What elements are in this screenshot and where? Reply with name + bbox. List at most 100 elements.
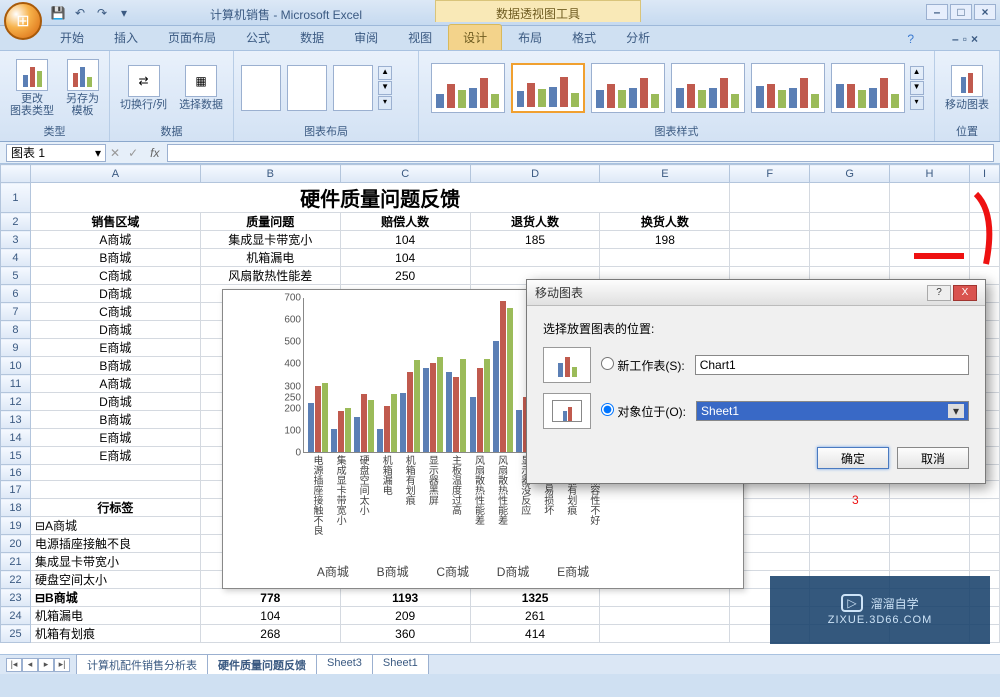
cancel-icon[interactable]: ✕ [110,146,120,160]
scroll-down-icon[interactable]: ▼ [910,81,924,95]
cell[interactable] [810,553,890,571]
sheet-tab[interactable]: Sheet1 [372,654,429,674]
ok-button[interactable]: 确定 [817,447,889,469]
cell[interactable] [470,249,600,267]
cell[interactable]: 250 [340,267,470,285]
cell[interactable]: 机箱有划痕 [30,625,200,643]
row-header[interactable]: 15 [1,447,31,465]
cell[interactable] [969,183,999,213]
enter-icon[interactable]: ✓ [128,146,138,160]
row-header[interactable]: 21 [1,553,31,571]
cell[interactable]: 1325 [470,589,600,607]
chart-style-option[interactable] [751,63,825,113]
scroll-up-icon[interactable]: ▲ [910,66,924,80]
cell[interactable] [969,517,999,535]
cell[interactable]: C商城 [30,303,200,321]
chart-style-option[interactable] [831,63,905,113]
cell[interactable]: ⊟B商城 [30,589,200,607]
undo-icon[interactable]: ↶ [72,5,88,21]
change-chart-type-button[interactable]: 更改 图表类型 [6,57,58,119]
cell[interactable]: A商城 [30,375,200,393]
cell[interactable]: 209 [340,607,470,625]
cell[interactable] [969,499,999,517]
col-header[interactable]: A [30,165,200,183]
cell[interactable] [30,481,200,499]
cell[interactable]: D商城 [30,393,200,411]
cell[interactable]: 1193 [340,589,470,607]
cell[interactable] [890,553,970,571]
cell[interactable]: 185 [470,231,600,249]
cell[interactable]: 硬盘空间太小 [30,571,200,589]
row-header[interactable]: 16 [1,465,31,481]
row-header[interactable]: 5 [1,267,31,285]
tab-pagelayout[interactable]: 页面布局 [154,25,230,50]
object-in-combo[interactable]: Sheet1 ▾ [696,401,969,421]
dialog-titlebar[interactable]: 移动图表 ? X [527,280,985,306]
save-icon[interactable]: 💾 [50,5,66,21]
chart-style-option[interactable] [671,63,745,113]
save-as-template-button[interactable]: 另存为 模板 [62,57,103,119]
cell[interactable]: B商城 [30,411,200,429]
row-header[interactable]: 14 [1,429,31,447]
chevron-down-icon[interactable]: ▾ [95,146,101,160]
tab-home[interactable]: 开始 [46,25,98,50]
cell[interactable]: 268 [200,625,340,643]
help-icon[interactable]: ? [893,28,928,50]
cell[interactable]: 质量问题 [200,213,340,231]
move-chart-button[interactable]: 移动图表 [941,63,993,113]
cell[interactable]: 退货人数 [470,213,600,231]
row-header[interactable]: 19 [1,517,31,535]
cell[interactable] [730,231,810,249]
cell[interactable]: 集成显卡带宽小 [200,231,340,249]
row-header[interactable]: 7 [1,303,31,321]
tab-design[interactable]: 设计 [448,24,502,50]
dialog-help-button[interactable]: ? [927,285,951,301]
row-header[interactable]: 13 [1,411,31,429]
chart-style-option[interactable] [511,63,585,113]
row-header[interactable]: 2 [1,213,31,231]
cell[interactable] [969,553,999,571]
cell[interactable]: 198 [600,231,730,249]
row-header[interactable]: 8 [1,321,31,339]
tab-view[interactable]: 视图 [394,25,446,50]
row-header[interactable]: 18 [1,499,31,517]
cell[interactable]: C商城 [30,267,200,285]
first-sheet-icon[interactable]: |◂ [6,658,22,672]
cell[interactable] [969,535,999,553]
cell[interactable] [890,183,970,213]
row-header[interactable]: 23 [1,589,31,607]
tab-analysis[interactable]: 分析 [612,25,664,50]
col-header[interactable]: F [730,165,810,183]
last-sheet-icon[interactable]: ▸| [54,658,70,672]
more-styles-icon[interactable]: ▾ [910,96,924,110]
cell[interactable]: E商城 [30,339,200,357]
radio-object-in[interactable]: 对象位于(O): [601,403,686,420]
cell[interactable] [600,625,730,643]
cell[interactable]: 104 [340,249,470,267]
cell[interactable] [890,535,970,553]
cell[interactable]: 风扇散热性能差 [200,267,340,285]
col-header[interactable]: G [810,165,890,183]
cell[interactable] [969,231,999,249]
col-header[interactable]: B [200,165,340,183]
cell[interactable]: ⊟A商城 [30,517,200,535]
cell[interactable]: 换货人数 [600,213,730,231]
sheet-tab[interactable]: Sheet3 [316,654,373,674]
mdi-restore-icon[interactable]: ▫ [963,32,967,46]
chart-layout-option[interactable] [241,65,281,111]
cell[interactable] [890,213,970,231]
cell[interactable]: 261 [470,607,600,625]
chart-layout-option[interactable] [333,65,373,111]
qat-more-icon[interactable]: ▾ [116,5,132,21]
formula-bar[interactable] [167,144,994,162]
cell[interactable]: 集成显卡带宽小 [30,553,200,571]
cell[interactable]: 104 [340,231,470,249]
cell[interactable] [890,249,970,267]
cell[interactable] [810,535,890,553]
cell[interactable]: B商城 [30,357,200,375]
cell[interactable]: A商城 [30,231,200,249]
cell[interactable]: 硬件质量问题反馈 [30,183,729,213]
col-header[interactable]: D [470,165,600,183]
mdi-close-icon[interactable]: × [971,32,978,46]
cell[interactable]: E商城 [30,429,200,447]
